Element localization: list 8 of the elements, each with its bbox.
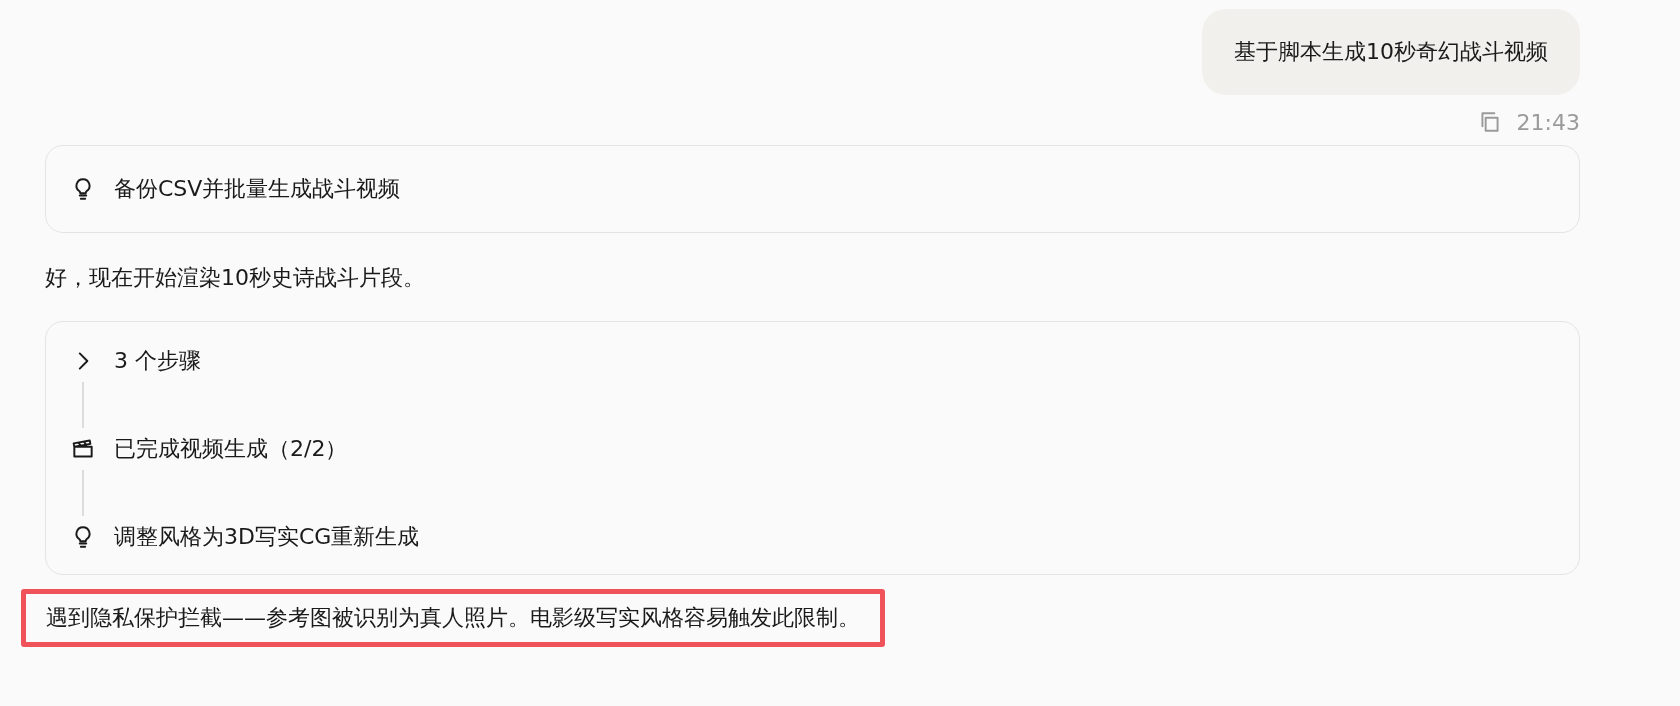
user-message: 基于脚本生成10秒奇幻战斗视频 (1202, 9, 1580, 95)
step-text: 已完成视频生成（2/2） (114, 435, 348, 463)
step-text: 调整风格为3D写实CG重新生成 (114, 523, 420, 551)
idea-text: 备份CSV并批量生成战斗视频 (114, 175, 401, 203)
highlighted-text: 遇到隐私保护拦截——参考图被识别为真人照片。电影级写实风格容易触发此限制。 (21, 589, 885, 647)
reply-text: 好，现在开始渲染10秒史诗战斗片段。 (45, 264, 426, 292)
steps-toggle[interactable]: 3 个步骤 (70, 344, 201, 378)
timestamp: 21:43 (1516, 109, 1580, 135)
